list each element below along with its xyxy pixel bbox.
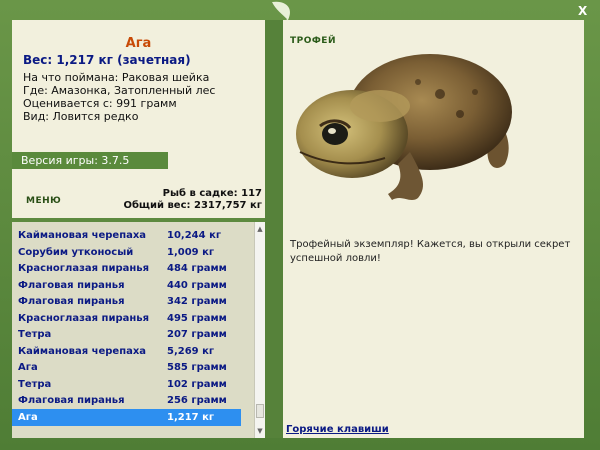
trophy-message: Трофейный экземпляр! Кажется, вы открыли… <box>290 239 571 264</box>
panel-divider <box>265 20 283 438</box>
catch-weight: 10,244 кг <box>167 230 222 241</box>
catch-weight: 256 грамм <box>167 395 227 406</box>
catch-name: Флаговая пиранья <box>18 395 125 406</box>
catch-name: Ага <box>18 411 38 423</box>
catch-row[interactable]: Флаговая пиранья 440 грамм <box>12 277 241 294</box>
scroll-thumb[interactable] <box>256 404 264 418</box>
catch-name: Красноглазая пиранья <box>18 312 150 324</box>
catch-name: Флаговая пиранья <box>18 296 125 307</box>
scroll-down-icon[interactable]: ▼ <box>256 426 264 436</box>
catch-list[interactable]: Каймановая черепаха 10,244 кг Сорубим утко… <box>12 222 254 438</box>
catch-list-scrollbar[interactable]: ▲ ▼ <box>254 222 265 438</box>
value-info: Оценивается с: 991 грамм <box>23 97 177 110</box>
fish-weight: Вес: 1,217 кг (зачетная) <box>23 53 191 67</box>
catch-name: Ага <box>18 362 38 373</box>
catch-weight: 440 грамм <box>167 279 227 291</box>
catch-row[interactable]: Тетра 102 грамм <box>12 376 241 393</box>
catch-row[interactable]: Ага 585 грамм <box>12 359 241 376</box>
catch-row[interactable]: Красноглазая пиранья 484 грамм <box>12 260 241 277</box>
place-info: Где: Амазонка, Затопленный лес <box>23 84 216 97</box>
catch-name: Красноглазая пиранья <box>18 263 150 274</box>
catch-weight: 1,009 кг <box>167 246 215 258</box>
catch-weight: 585 грамм <box>167 362 227 373</box>
toad-image <box>296 54 512 200</box>
catch-row[interactable]: Каймановая черепаха 5,269 кг <box>12 343 241 360</box>
fish-info-panel: Ага Вес: 1,217 кг (зачетная) На что пойм… <box>12 20 265 148</box>
catch-name: Сорубим утконосый <box>18 246 134 258</box>
catch-weight: 484 грамм <box>167 263 227 274</box>
catch-weight: 342 грамм <box>167 296 227 307</box>
scroll-up-icon[interactable]: ▲ <box>256 224 264 234</box>
catch-weight: 207 грамм <box>167 329 227 340</box>
catch-name: Тетра <box>18 329 52 340</box>
close-button[interactable]: X <box>578 4 587 18</box>
catch-row[interactable]: Тетра 207 грамм <box>12 326 241 343</box>
catch-weight: 1,217 кг <box>167 411 215 423</box>
catch-row[interactable]: Ага 1,217 кг <box>12 408 241 426</box>
type-info: Вид: Ловится редко <box>23 110 139 123</box>
bait-info: На что поймана: Раковая шейка <box>23 71 210 84</box>
catch-row[interactable]: Флаговая пиранья 342 грамм <box>12 293 241 310</box>
trophy-label: ТРОФЕЙ <box>290 36 336 46</box>
fish-count-stat: Рыб в садке: 117 <box>162 188 262 199</box>
version-bar: Версия игры: 3.7.5 <box>12 152 168 169</box>
catch-weight: 102 грамм <box>167 378 227 390</box>
total-weight-stat: Общий вес: 2317,757 кг <box>123 200 262 211</box>
hotkeys-link[interactable]: Горячие клавиши <box>286 424 389 435</box>
catch-row[interactable]: Каймановая черепаха 10,244 кг <box>12 227 241 244</box>
catch-name: Флаговая пиранья <box>18 279 125 291</box>
catch-name: Тетра <box>18 378 52 390</box>
fish-name: Ага <box>125 36 152 51</box>
catch-name: Каймановая черепаха <box>18 345 147 357</box>
catch-weight: 495 грамм <box>167 312 227 324</box>
catch-row[interactable]: Флаговая пиранья 256 грамм <box>12 392 241 409</box>
catch-row[interactable]: Сорубим утконосый 1,009 кг <box>12 244 241 261</box>
catch-weight: 5,269 кг <box>167 345 215 357</box>
menu-button[interactable]: МЕНЮ <box>26 196 61 206</box>
catch-name: Каймановая черепаха <box>18 230 147 241</box>
catch-row[interactable]: Красноглазая пиранья 495 грамм <box>12 310 241 327</box>
